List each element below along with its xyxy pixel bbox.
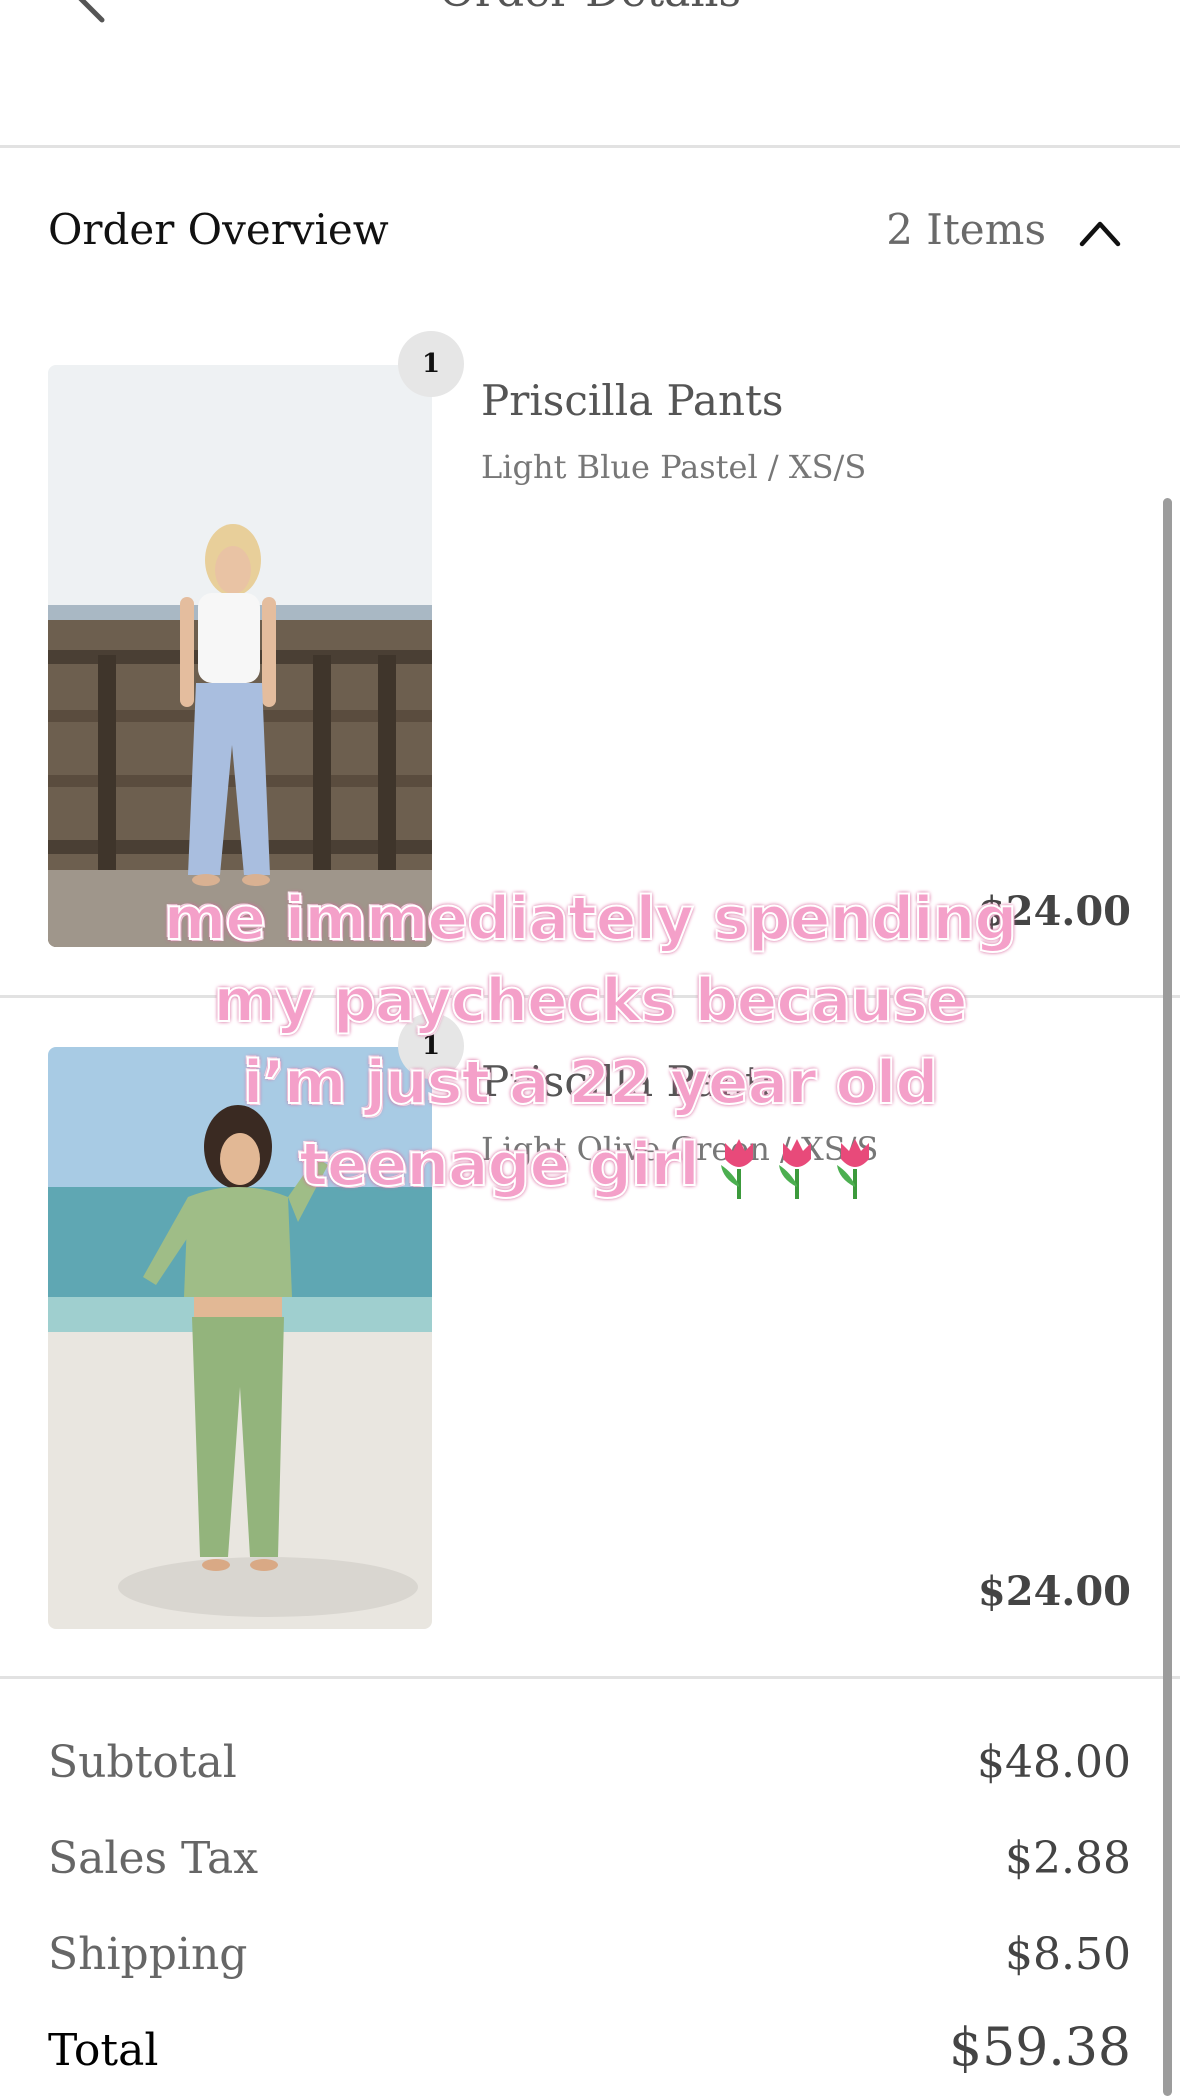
item-name[interactable]: Priscilla Pants: [481, 376, 783, 425]
summary-divider: [0, 1676, 1180, 1679]
product-image-light-blue[interactable]: [48, 365, 432, 947]
caption-line: i’m just a 22 year old: [242, 1047, 940, 1119]
item-variant: Light Blue Pastel / XS/S: [481, 448, 867, 486]
caption-line: me immediately spending: [163, 883, 1019, 955]
subtotal-label: Subtotal: [48, 1737, 237, 1788]
sales-tax-label: Sales Tax: [48, 1833, 259, 1884]
sales-tax-value: $2.88: [1005, 1833, 1131, 1884]
chevron-up-icon[interactable]: [1078, 218, 1122, 248]
shipping-value: $8.50: [1005, 1929, 1131, 1980]
scrollbar[interactable]: [1163, 498, 1172, 2096]
total-label: Total: [48, 2025, 159, 2076]
order-overview-label: Order Overview: [48, 205, 389, 254]
caption-line: teenage girl: [298, 1129, 700, 1201]
caption-line: my paychecks because: [212, 965, 968, 1037]
tulip-icon: [778, 1139, 811, 1200]
caption-line-last: teenage girl: [150, 1124, 1030, 1206]
tulip-icon: [836, 1139, 869, 1200]
shipping-label: Shipping: [48, 1929, 248, 1980]
total-value: $59.38: [949, 2018, 1131, 2078]
item-price: $24.00: [977, 1568, 1131, 1615]
page-title: Order Details: [0, 0, 1180, 17]
caption-overlay: me immediately spending my paychecks bec…: [150, 878, 1030, 1206]
item-count: 2 Items: [886, 205, 1046, 254]
tulip-icons: [713, 1135, 881, 1201]
quantity-badge: 1: [398, 331, 464, 397]
tulip-icon: [720, 1139, 753, 1200]
header-divider: [0, 145, 1180, 148]
header: Order Details: [0, 0, 1180, 146]
subtotal-value: $48.00: [977, 1737, 1131, 1788]
